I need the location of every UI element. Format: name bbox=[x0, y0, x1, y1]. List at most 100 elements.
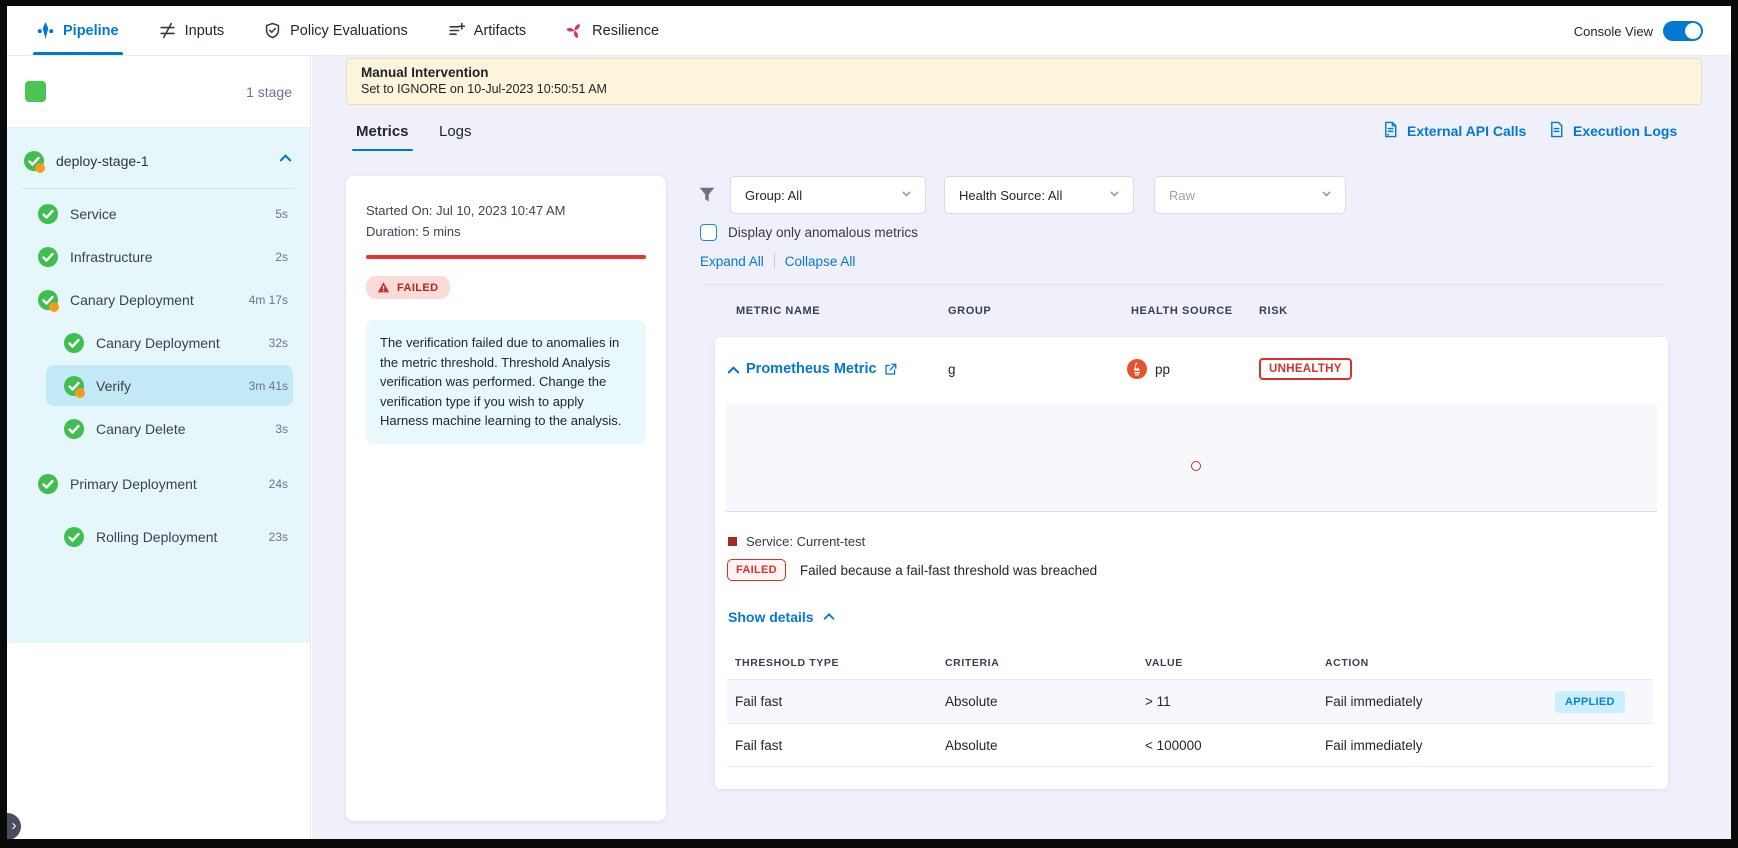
step-duration: 3m 41s bbox=[249, 379, 288, 393]
col-header-risk: RISK bbox=[1259, 305, 1288, 317]
chevron-down-icon bbox=[1320, 187, 1333, 203]
divider bbox=[23, 188, 294, 189]
banner-title: Manual Intervention bbox=[361, 65, 1687, 80]
collapse-all-link[interactable]: Collapse All bbox=[785, 254, 856, 269]
inputs-icon bbox=[159, 22, 176, 39]
step-duration: 2s bbox=[275, 250, 288, 264]
threshold-table-row: Fail fast Absolute > 11 Fail immediately… bbox=[727, 679, 1653, 723]
tab-inputs-label: Inputs bbox=[185, 23, 225, 39]
legend-swatch bbox=[728, 537, 737, 546]
success-warning-icon bbox=[24, 151, 44, 171]
col-header-metric-name: METRIC NAME bbox=[736, 305, 820, 317]
step-row-service[interactable]: Service 5s bbox=[7, 192, 310, 235]
collapse-row-chevron-icon[interactable] bbox=[726, 363, 741, 383]
step-row-rolling-deployment[interactable]: Rolling Deployment 23s bbox=[7, 515, 310, 558]
tab-artifacts[interactable]: Artifacts bbox=[448, 6, 526, 55]
anomalous-metrics-checkbox[interactable] bbox=[700, 224, 717, 241]
stage-name: deploy-stage-1 bbox=[56, 153, 149, 169]
external-api-calls-link[interactable]: External API Calls bbox=[1382, 121, 1526, 141]
risk-badge-unhealthy: UNHEALTHY bbox=[1259, 358, 1352, 380]
metric-group-value: g bbox=[948, 362, 956, 377]
stage-section: deploy-stage-1 Service 5s Infrastructure… bbox=[7, 128, 310, 643]
show-details-link[interactable]: Show details bbox=[728, 609, 836, 625]
tab-resilience-label: Resilience bbox=[592, 23, 659, 39]
banner-subtitle: Set to IGNORE on 10-Jul-2023 10:50:51 AM bbox=[361, 82, 1687, 96]
metric-health-source-value: pp bbox=[1155, 362, 1170, 377]
tab-metrics[interactable]: Metrics bbox=[356, 123, 409, 140]
legend-label: Service: Current-test bbox=[746, 534, 865, 549]
step-duration: 4m 17s bbox=[249, 293, 288, 307]
shield-check-icon bbox=[264, 22, 281, 39]
stage-row-deploy-stage-1[interactable]: deploy-stage-1 bbox=[7, 139, 310, 183]
divider bbox=[774, 253, 775, 269]
tab-policy-evaluations-label: Policy Evaluations bbox=[290, 23, 408, 39]
applied-badge: APPLIED bbox=[1555, 691, 1625, 713]
app-window: Pipeline Inputs Policy Evaluations Artif… bbox=[7, 6, 1731, 839]
chevron-down-icon bbox=[900, 187, 913, 203]
document-icon bbox=[1548, 121, 1565, 141]
warning-triangle-icon bbox=[377, 281, 390, 294]
chevron-up-icon bbox=[822, 610, 836, 624]
filter-icon[interactable] bbox=[698, 186, 716, 204]
threshold-table: THRESHOLD TYPE CRITERIA VALUE ACTION Fai… bbox=[727, 646, 1653, 767]
raw-filter-dropdown[interactable]: Raw bbox=[1154, 176, 1346, 214]
success-icon bbox=[64, 333, 84, 353]
step-row-primary-deployment[interactable]: Primary Deployment 24s bbox=[7, 462, 310, 505]
step-duration: 5s bbox=[275, 207, 288, 221]
stage-header: 1 stage bbox=[7, 56, 310, 128]
metric-name-link[interactable]: Prometheus Metric bbox=[746, 361, 897, 377]
health-source-filter-dropdown[interactable]: Health Source: All bbox=[944, 176, 1134, 214]
chart-legend: Service: Current-test bbox=[728, 534, 865, 549]
main-content: Manual Intervention Set to IGNORE on 10-… bbox=[312, 56, 1731, 839]
step-row-canary-deployment[interactable]: Canary Deployment 32s bbox=[7, 321, 310, 364]
step-row-canary-deployment-group[interactable]: Canary Deployment 4m 17s bbox=[7, 278, 310, 321]
screenshot-frame: Pipeline Inputs Policy Evaluations Artif… bbox=[0, 0, 1738, 848]
success-icon bbox=[38, 247, 58, 267]
success-warning-icon bbox=[64, 376, 84, 396]
verification-summary-card: Started On: Jul 10, 2023 10:47 AM Durati… bbox=[346, 176, 666, 821]
step-duration: 23s bbox=[269, 530, 288, 544]
toggle-knob bbox=[1685, 23, 1701, 39]
top-nav: Pipeline Inputs Policy Evaluations Artif… bbox=[7, 6, 1731, 56]
divider bbox=[700, 284, 1667, 285]
step-row-infrastructure[interactable]: Infrastructure 2s bbox=[7, 235, 310, 278]
expand-all-link[interactable]: Expand All bbox=[700, 254, 764, 269]
verification-status-row: FAILED Failed because a fail-fast thresh… bbox=[727, 559, 1097, 581]
anomalous-data-point[interactable] bbox=[1191, 461, 1201, 471]
expand-collapse-controls: Expand All Collapse All bbox=[700, 253, 855, 269]
tab-artifacts-label: Artifacts bbox=[474, 23, 526, 39]
success-icon bbox=[38, 474, 58, 494]
tab-pipeline-label: Pipeline bbox=[63, 23, 119, 39]
console-view-toggle[interactable] bbox=[1663, 21, 1703, 41]
duration: Duration: 5 mins bbox=[366, 221, 646, 242]
tab-pipeline[interactable]: Pipeline bbox=[37, 6, 119, 55]
manual-intervention-banner: Manual Intervention Set to IGNORE on 10-… bbox=[346, 58, 1702, 105]
failed-progress-bar bbox=[366, 255, 646, 259]
tab-logs[interactable]: Logs bbox=[439, 123, 472, 140]
resilience-icon bbox=[566, 22, 583, 39]
artifacts-icon bbox=[448, 22, 465, 39]
chevron-up-icon[interactable] bbox=[278, 151, 293, 171]
tab-resilience[interactable]: Resilience bbox=[566, 6, 659, 55]
tab-policy-evaluations[interactable]: Policy Evaluations bbox=[264, 6, 408, 55]
prometheus-icon bbox=[1127, 359, 1147, 379]
metric-row-card: Prometheus Metric g pp UNHEALTHY Service… bbox=[715, 337, 1668, 789]
success-icon bbox=[64, 527, 84, 547]
success-icon bbox=[64, 419, 84, 439]
success-warning-icon bbox=[38, 290, 58, 310]
api-document-icon bbox=[1382, 121, 1399, 141]
step-duration: 24s bbox=[269, 477, 288, 491]
tab-inputs[interactable]: Inputs bbox=[159, 6, 225, 55]
chevron-down-icon bbox=[1108, 187, 1121, 203]
execution-logs-link[interactable]: Execution Logs bbox=[1548, 121, 1677, 141]
step-row-canary-delete[interactable]: Canary Delete 3s bbox=[7, 407, 310, 450]
success-icon bbox=[38, 204, 58, 224]
step-duration: 3s bbox=[275, 422, 288, 436]
stage-count: 1 stage bbox=[246, 84, 292, 100]
pipeline-icon bbox=[37, 22, 54, 39]
group-filter-dropdown[interactable]: Group: All bbox=[730, 176, 926, 214]
external-link-icon bbox=[884, 363, 897, 376]
col-header-group: GROUP bbox=[948, 305, 991, 317]
step-row-verify[interactable]: Verify 3m 41s bbox=[7, 364, 310, 407]
started-on: Started On: Jul 10, 2023 10:47 AM bbox=[366, 200, 646, 221]
